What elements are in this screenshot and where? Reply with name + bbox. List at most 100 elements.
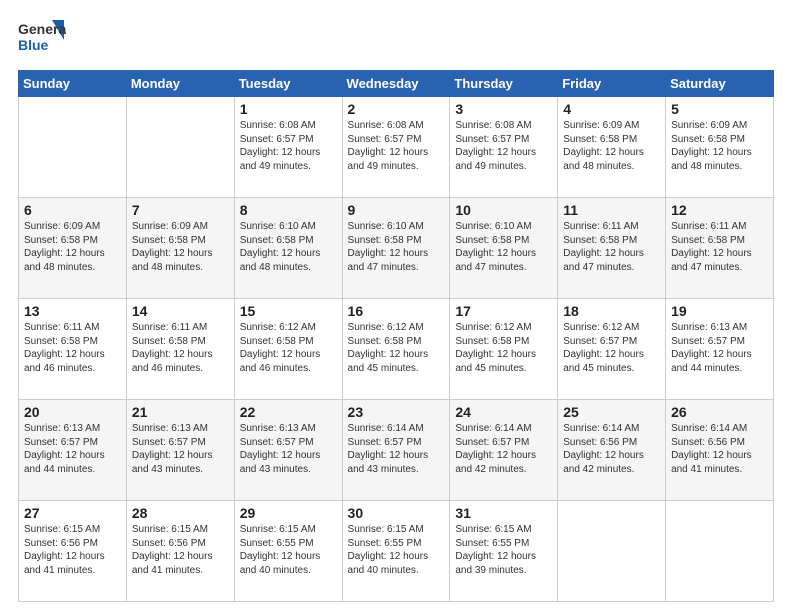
day-cell: 7 Sunrise: 6:09 AMSunset: 6:58 PMDaylight… bbox=[126, 198, 234, 299]
day-cell: 11Sunrise: 6:11 AMSunset: 6:58 PMDayligh… bbox=[558, 198, 666, 299]
day-number: 26 bbox=[671, 404, 769, 420]
day-detail: Sunrise: 6:11 AMSunset: 6:58 PMDaylight:… bbox=[671, 220, 769, 274]
day-number: 13 bbox=[24, 303, 122, 319]
day-number: 20 bbox=[24, 404, 122, 420]
header: GeneralBlue bbox=[18, 18, 774, 60]
day-cell bbox=[19, 97, 127, 198]
day-detail: Sunrise: 6:15 AMSunset: 6:55 PMDaylight:… bbox=[455, 523, 553, 577]
day-number: 30 bbox=[348, 505, 446, 521]
day-detail: Sunrise: 6:08 AMSunset: 6:57 PMDaylight:… bbox=[455, 119, 553, 173]
day-cell: 13 Sunrise: 6:11 AMSunset: 6:58 PMDayligh… bbox=[19, 299, 127, 400]
day-number: 28 bbox=[132, 505, 230, 521]
day-number: 31 bbox=[455, 505, 553, 521]
header-sunday: Sunday bbox=[19, 71, 127, 97]
day-cell: 14Sunrise: 6:11 AMSunset: 6:58 PMDayligh… bbox=[126, 299, 234, 400]
day-number: 3 bbox=[455, 101, 553, 117]
day-number: 17 bbox=[455, 303, 553, 319]
logo-svg: GeneralBlue bbox=[18, 18, 66, 60]
day-cell: 3 Sunrise: 6:08 AMSunset: 6:57 PMDaylight… bbox=[450, 97, 558, 198]
day-detail: Sunrise: 6:14 AMSunset: 6:57 PMDaylight:… bbox=[455, 422, 553, 476]
day-cell: 9Sunrise: 6:10 AMSunset: 6:58 PMDaylight… bbox=[342, 198, 450, 299]
day-detail: Sunrise: 6:10 AMSunset: 6:58 PMDaylight:… bbox=[240, 220, 338, 274]
header-tuesday: Tuesday bbox=[234, 71, 342, 97]
day-detail: Sunrise: 6:12 AMSunset: 6:57 PMDaylight:… bbox=[563, 321, 661, 375]
day-cell: 31 Sunrise: 6:15 AMSunset: 6:55 PMDayligh… bbox=[450, 501, 558, 602]
day-detail: Sunrise: 6:14 AMSunset: 6:56 PMDaylight:… bbox=[563, 422, 661, 476]
day-cell: 28Sunrise: 6:15 AMSunset: 6:56 PMDayligh… bbox=[126, 501, 234, 602]
day-detail: Sunrise: 6:12 AMSunset: 6:58 PMDaylight:… bbox=[455, 321, 553, 375]
week-row-3: 13 Sunrise: 6:11 AMSunset: 6:58 PMDayligh… bbox=[19, 299, 774, 400]
day-detail: Sunrise: 6:10 AMSunset: 6:58 PMDaylight:… bbox=[455, 220, 553, 274]
day-number: 7 bbox=[132, 202, 230, 218]
day-number: 19 bbox=[671, 303, 769, 319]
page: GeneralBlue SundayMondayTuesdayWednesday… bbox=[0, 0, 792, 612]
header-monday: Monday bbox=[126, 71, 234, 97]
day-detail: Sunrise: 6:13 AMSunset: 6:57 PMDaylight:… bbox=[671, 321, 769, 375]
day-number: 2 bbox=[348, 101, 446, 117]
day-number: 4 bbox=[563, 101, 661, 117]
day-cell: 23Sunrise: 6:14 AMSunset: 6:57 PMDayligh… bbox=[342, 400, 450, 501]
day-cell: 27 Sunrise: 6:15 AMSunset: 6:56 PMDayligh… bbox=[19, 501, 127, 602]
day-detail: Sunrise: 6:14 AMSunset: 6:56 PMDaylight:… bbox=[671, 422, 769, 476]
day-cell: 17 Sunrise: 6:12 AMSunset: 6:58 PMDayligh… bbox=[450, 299, 558, 400]
day-cell bbox=[126, 97, 234, 198]
day-cell: 20 Sunrise: 6:13 AMSunset: 6:57 PMDayligh… bbox=[19, 400, 127, 501]
day-cell: 30 Sunrise: 6:15 AMSunset: 6:55 PMDayligh… bbox=[342, 501, 450, 602]
day-number: 15 bbox=[240, 303, 338, 319]
day-detail: Sunrise: 6:15 AMSunset: 6:56 PMDaylight:… bbox=[24, 523, 122, 577]
day-number: 21 bbox=[132, 404, 230, 420]
svg-text:General: General bbox=[18, 21, 66, 37]
day-number: 27 bbox=[24, 505, 122, 521]
week-row-4: 20 Sunrise: 6:13 AMSunset: 6:57 PMDayligh… bbox=[19, 400, 774, 501]
day-number: 18 bbox=[563, 303, 661, 319]
day-number: 25 bbox=[563, 404, 661, 420]
day-detail: Sunrise: 6:13 AMSunset: 6:57 PMDaylight:… bbox=[132, 422, 230, 476]
day-number: 12 bbox=[671, 202, 769, 218]
day-detail: Sunrise: 6:08 AMSunset: 6:57 PMDaylight:… bbox=[240, 119, 338, 173]
day-cell: 15 Sunrise: 6:12 AMSunset: 6:58 PMDayligh… bbox=[234, 299, 342, 400]
day-detail: Sunrise: 6:10 AMSunset: 6:58 PMDaylight:… bbox=[348, 220, 446, 274]
day-detail: Sunrise: 6:09 AMSunset: 6:58 PMDaylight:… bbox=[671, 119, 769, 173]
day-number: 5 bbox=[671, 101, 769, 117]
day-detail: Sunrise: 6:15 AMSunset: 6:55 PMDaylight:… bbox=[348, 523, 446, 577]
calendar-table: SundayMondayTuesdayWednesdayThursdayFrid… bbox=[18, 70, 774, 602]
day-cell: 8 Sunrise: 6:10 AMSunset: 6:58 PMDaylight… bbox=[234, 198, 342, 299]
header-wednesday: Wednesday bbox=[342, 71, 450, 97]
day-number: 6 bbox=[24, 202, 122, 218]
day-number: 14 bbox=[132, 303, 230, 319]
calendar-header-row: SundayMondayTuesdayWednesdayThursdayFrid… bbox=[19, 71, 774, 97]
header-saturday: Saturday bbox=[666, 71, 774, 97]
day-number: 29 bbox=[240, 505, 338, 521]
day-detail: Sunrise: 6:09 AMSunset: 6:58 PMDaylight:… bbox=[563, 119, 661, 173]
day-cell: 6 Sunrise: 6:09 AMSunset: 6:58 PMDaylight… bbox=[19, 198, 127, 299]
day-detail: Sunrise: 6:15 AMSunset: 6:55 PMDaylight:… bbox=[240, 523, 338, 577]
day-cell: 26 Sunrise: 6:14 AMSunset: 6:56 PMDayligh… bbox=[666, 400, 774, 501]
day-detail: Sunrise: 6:09 AMSunset: 6:58 PMDaylight:… bbox=[132, 220, 230, 274]
day-cell: 18 Sunrise: 6:12 AMSunset: 6:57 PMDayligh… bbox=[558, 299, 666, 400]
day-detail: Sunrise: 6:12 AMSunset: 6:58 PMDaylight:… bbox=[348, 321, 446, 375]
day-number: 11 bbox=[563, 202, 661, 218]
day-number: 10 bbox=[455, 202, 553, 218]
day-detail: Sunrise: 6:12 AMSunset: 6:58 PMDaylight:… bbox=[240, 321, 338, 375]
day-detail: Sunrise: 6:09 AMSunset: 6:58 PMDaylight:… bbox=[24, 220, 122, 274]
day-cell: 16Sunrise: 6:12 AMSunset: 6:58 PMDayligh… bbox=[342, 299, 450, 400]
week-row-2: 6 Sunrise: 6:09 AMSunset: 6:58 PMDaylight… bbox=[19, 198, 774, 299]
day-cell: 10 Sunrise: 6:10 AMSunset: 6:58 PMDayligh… bbox=[450, 198, 558, 299]
day-number: 23 bbox=[348, 404, 446, 420]
day-cell: 25 Sunrise: 6:14 AMSunset: 6:56 PMDayligh… bbox=[558, 400, 666, 501]
day-detail: Sunrise: 6:08 AMSunset: 6:57 PMDaylight:… bbox=[348, 119, 446, 173]
day-detail: Sunrise: 6:11 AMSunset: 6:58 PMDaylight:… bbox=[24, 321, 122, 375]
day-number: 22 bbox=[240, 404, 338, 420]
day-cell bbox=[558, 501, 666, 602]
day-cell: 2 Sunrise: 6:08 AMSunset: 6:57 PMDaylight… bbox=[342, 97, 450, 198]
header-thursday: Thursday bbox=[450, 71, 558, 97]
day-cell: 4 Sunrise: 6:09 AMSunset: 6:58 PMDaylight… bbox=[558, 97, 666, 198]
day-cell: 29 Sunrise: 6:15 AMSunset: 6:55 PMDayligh… bbox=[234, 501, 342, 602]
day-number: 8 bbox=[240, 202, 338, 218]
week-row-5: 27 Sunrise: 6:15 AMSunset: 6:56 PMDayligh… bbox=[19, 501, 774, 602]
day-detail: Sunrise: 6:13 AMSunset: 6:57 PMDaylight:… bbox=[24, 422, 122, 476]
day-cell: 21 Sunrise: 6:13 AMSunset: 6:57 PMDayligh… bbox=[126, 400, 234, 501]
day-cell: 5 Sunrise: 6:09 AMSunset: 6:58 PMDaylight… bbox=[666, 97, 774, 198]
header-friday: Friday bbox=[558, 71, 666, 97]
svg-text:Blue: Blue bbox=[18, 37, 49, 53]
